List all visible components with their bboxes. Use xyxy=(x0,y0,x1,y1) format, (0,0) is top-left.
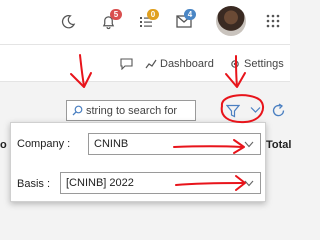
dashboard-link[interactable]: Dashboard xyxy=(145,58,214,70)
chevron-down-icon[interactable] xyxy=(250,106,261,114)
chart-line-icon xyxy=(145,59,157,69)
dashboard-label: Dashboard xyxy=(160,58,214,70)
basis-select[interactable]: [CNINB] 2022 xyxy=(60,172,261,194)
secondary-toolbar: Dashboard Settings xyxy=(0,44,290,82)
company-select[interactable]: CNINB xyxy=(88,133,261,155)
moon-icon[interactable] xyxy=(61,14,76,29)
tasks-badge: 0 xyxy=(147,9,159,20)
gear-icon xyxy=(231,60,239,68)
comment-icon[interactable] xyxy=(120,58,133,70)
total-column-header: Total xyxy=(266,139,292,151)
grid-icon[interactable] xyxy=(266,14,280,28)
company-label: Company : xyxy=(17,138,71,150)
basis-value: [CNINB] 2022 xyxy=(66,177,134,189)
settings-label: Settings xyxy=(244,58,284,70)
notifications-badge: 5 xyxy=(110,9,122,20)
refresh-icon[interactable] xyxy=(271,103,286,118)
search-box[interactable] xyxy=(66,100,196,121)
chevron-down-icon xyxy=(244,141,254,148)
user-avatar[interactable] xyxy=(216,6,246,36)
basis-label: Basis : xyxy=(17,178,51,190)
filter-panel: Company : CNINB Basis : [CNINB] 2022 xyxy=(10,122,266,202)
messages-badge: 4 xyxy=(184,9,196,20)
filter-icon[interactable] xyxy=(226,104,240,118)
search-icon xyxy=(72,105,83,116)
search-input[interactable] xyxy=(86,104,194,117)
company-value: CNINB xyxy=(94,138,129,150)
settings-link[interactable]: Settings xyxy=(229,58,284,70)
background-column-fragment: o xyxy=(0,139,7,151)
top-header: 5 0 4 xyxy=(0,0,290,44)
chevron-down-icon xyxy=(244,180,254,187)
